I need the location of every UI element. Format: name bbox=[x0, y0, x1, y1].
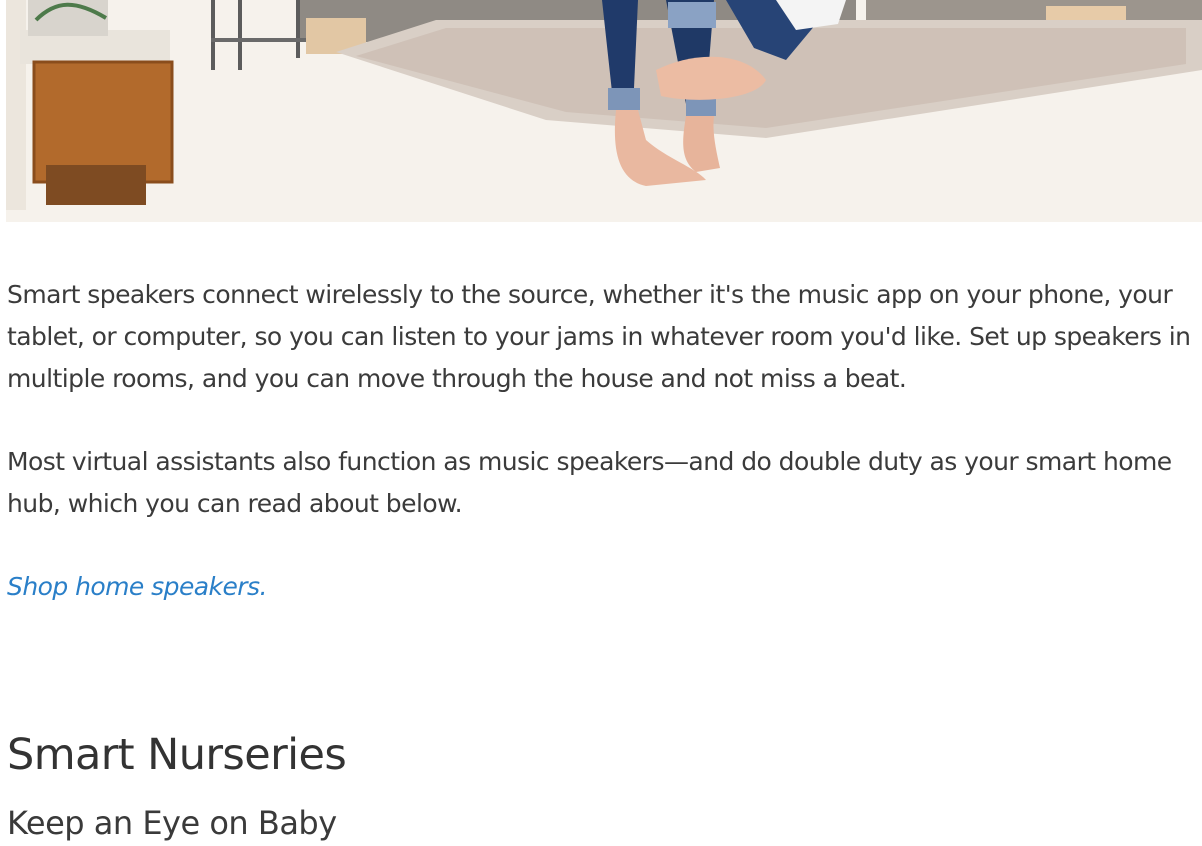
hero-photo bbox=[6, 0, 1202, 222]
shop-home-speakers-link[interactable]: Shop home speakers. bbox=[7, 566, 267, 608]
photo-icon bbox=[6, 0, 1202, 222]
article-paragraph: Smart speakers connect wirelessly to the… bbox=[7, 280, 1191, 393]
section-subtitle: Keep an Eye on Baby bbox=[7, 804, 337, 842]
section-title: Smart Nurseries bbox=[7, 730, 347, 780]
article-body: Smart speakers connect wirelessly to the… bbox=[7, 274, 1199, 608]
article-paragraph: Most virtual assistants also function as… bbox=[7, 447, 1172, 518]
